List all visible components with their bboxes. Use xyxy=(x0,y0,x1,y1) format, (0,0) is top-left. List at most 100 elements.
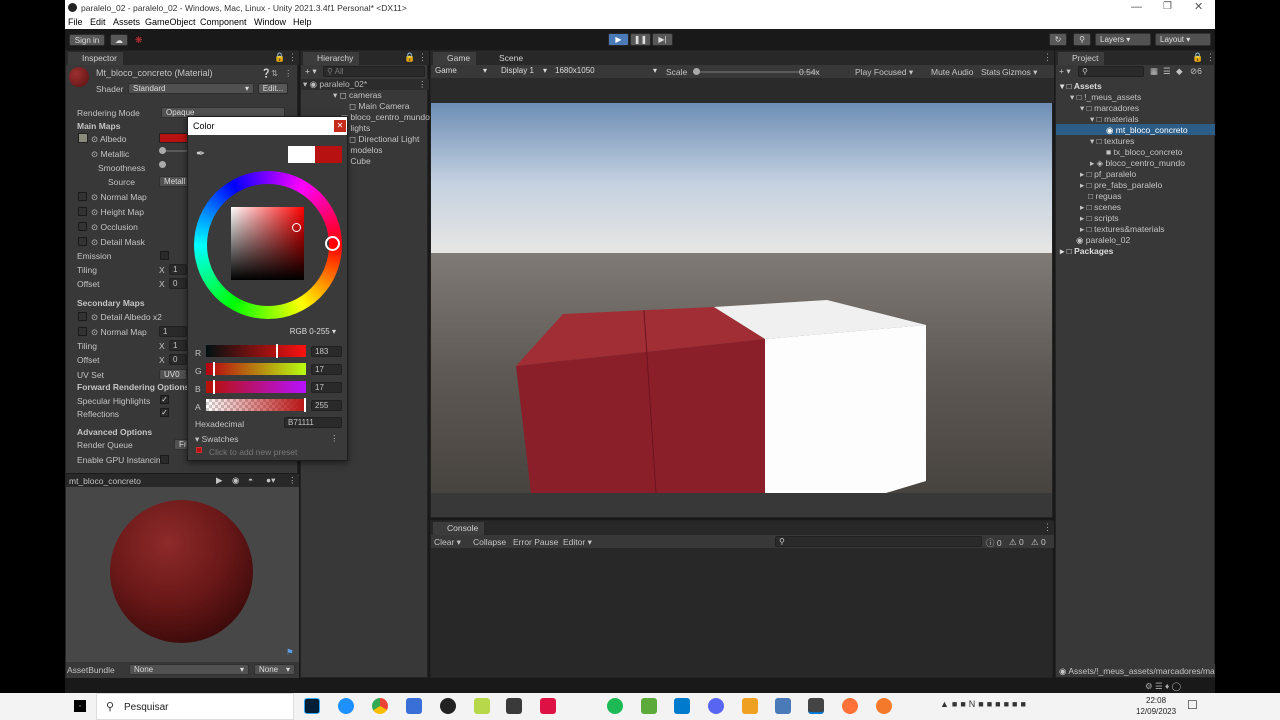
occlusion-slot[interactable] xyxy=(78,222,87,231)
project-tree-paralelo-02[interactable]: ◉ paralelo_02 xyxy=(1076,235,1130,246)
inspector-more-icon[interactable]: ⋮ xyxy=(284,68,293,79)
status-icons[interactable]: ⚙ ☰ ♦ ◯ xyxy=(1145,681,1181,692)
albedo-texture-slot[interactable] xyxy=(78,133,88,143)
g-value-field[interactable]: 17 xyxy=(311,364,342,375)
b-slider[interactable] xyxy=(206,381,306,393)
project-tree-scripts[interactable]: ▸ □ scripts xyxy=(1080,213,1119,224)
reflections-checkbox[interactable]: ✓ xyxy=(160,408,169,417)
project-tree-bloco-centro[interactable]: ▸ ◈ bloco_centro_mundo xyxy=(1090,158,1185,169)
chrome-icon[interactable] xyxy=(372,698,388,714)
console-info-count[interactable]: ⓘ 0 xyxy=(986,537,1002,549)
menu-help[interactable]: Help xyxy=(293,17,312,27)
tab-inspector[interactable]: Inspector xyxy=(68,52,123,65)
kebab-icon[interactable]: ⋮ xyxy=(288,52,297,63)
gpu-instancing-checkbox[interactable] xyxy=(160,455,169,464)
a-slider[interactable] xyxy=(206,399,306,411)
normal-map2-slot[interactable] xyxy=(78,327,87,336)
tab-project[interactable]: Project xyxy=(1058,52,1105,65)
taskbar-search-box[interactable]: ⚲ Pesquisar xyxy=(96,693,294,720)
emission-checkbox[interactable] xyxy=(160,251,169,260)
app-icon-1[interactable] xyxy=(406,698,422,714)
help-icon[interactable]: ❔ xyxy=(261,68,272,79)
history-icon[interactable]: ↻ xyxy=(1049,33,1067,46)
menu-component[interactable]: Component xyxy=(200,17,247,27)
game-kebab-icon[interactable]: ⋮ xyxy=(1043,52,1052,63)
offset-x-field[interactable]: 0 xyxy=(169,278,187,289)
vscode-icon[interactable] xyxy=(674,698,690,714)
project-tree-meus-assets[interactable]: ▾ □ !_meus_assets xyxy=(1070,92,1141,103)
project-tree-textures[interactable]: ▾ □ textures xyxy=(1090,136,1134,147)
console-editor-dropdown[interactable]: Editor ▾ xyxy=(563,537,592,548)
color-mode-dropdown[interactable]: RGB 0-255 ▾ xyxy=(284,327,340,338)
project-tree-tx-bloco[interactable]: ■ tx_bloco_concreto xyxy=(1106,147,1183,157)
tab-scene[interactable]: Scene xyxy=(485,52,530,65)
project-tree-textures-materials[interactable]: ▸ □ textures&materials xyxy=(1080,224,1165,235)
console-search-input[interactable]: ⚲ xyxy=(775,536,982,547)
b-slider-knob[interactable] xyxy=(213,380,215,394)
play-focused-dropdown[interactable]: Play Focused ▾ xyxy=(855,67,913,78)
unity-editor-icon[interactable] xyxy=(808,698,824,714)
pause-button[interactable]: ❚❚ xyxy=(630,33,651,46)
project-tree-scenes[interactable]: ▸ □ scenes xyxy=(1080,202,1121,213)
app-icon-3[interactable] xyxy=(506,698,522,714)
resolution-dropdown[interactable]: 1680x1050 ▾ xyxy=(551,66,661,77)
scale-slider-knob[interactable] xyxy=(693,68,700,75)
display-dropdown[interactable]: Display 1 ▾ xyxy=(497,66,551,77)
metallic-slider-knob[interactable] xyxy=(159,147,166,154)
project-label-icon[interactable]: ◆ xyxy=(1176,66,1183,77)
step-button[interactable]: ▶| xyxy=(652,33,673,46)
edge-icon[interactable] xyxy=(338,698,354,714)
hierarchy-add-icon[interactable]: + ▾ xyxy=(305,66,317,77)
mute-audio-button[interactable]: Mute Audio xyxy=(931,67,974,77)
a-slider-knob[interactable] xyxy=(304,398,306,412)
hierarchy-scene-label[interactable]: ▾ ◉ paralelo_02* xyxy=(303,79,367,90)
detail-albedo-slot[interactable] xyxy=(78,312,87,321)
menu-window[interactable]: Window xyxy=(254,17,286,27)
project-tree-pf-paralelo[interactable]: ▸ □ pf_paralelo xyxy=(1080,169,1136,180)
firefox-icon[interactable] xyxy=(842,698,858,714)
tab-console[interactable]: Console xyxy=(433,522,485,535)
gizmos-dropdown[interactable]: Gizmos ▾ xyxy=(1002,67,1037,78)
photoshop-icon[interactable] xyxy=(304,698,320,714)
tiling2-x-field[interactable]: 1 xyxy=(169,340,187,351)
project-add-icon[interactable]: + ▾ xyxy=(1059,66,1071,77)
a-value-field[interactable]: 255 xyxy=(311,400,342,411)
preview-more-icon[interactable]: ⋮ xyxy=(288,475,297,486)
blender-icon[interactable] xyxy=(876,698,892,714)
g-slider-knob[interactable] xyxy=(213,362,215,376)
uv-set-dropdown[interactable]: UV0 xyxy=(159,369,187,380)
notification-icon[interactable]: ☐ xyxy=(1187,698,1198,712)
project-type-icon[interactable]: ☰ xyxy=(1163,66,1171,77)
project-lock-icon[interactable]: 🔒 xyxy=(1192,52,1203,63)
windows-start-icon[interactable] xyxy=(74,700,86,712)
shader-dropdown[interactable]: Standard ▾ xyxy=(128,83,254,94)
project-visibility-icon[interactable]: ⊘6 xyxy=(1190,66,1202,77)
tray-icons[interactable]: ▲■■N■■■■■■ xyxy=(940,699,1029,709)
hierarchy-scene-more-icon[interactable]: ⋮ xyxy=(418,79,427,90)
stats-button[interactable]: Stats xyxy=(981,67,1000,77)
search-icon[interactable]: ⚲ xyxy=(1073,33,1091,46)
project-tree-pre-fabs[interactable]: ▸ □ pre_fabs_paralelo xyxy=(1080,180,1162,191)
play-button[interactable]: ▶ xyxy=(608,33,629,46)
preview-mesh-icon[interactable]: ●▾ xyxy=(266,475,275,486)
height-map-slot[interactable] xyxy=(78,207,87,216)
project-tree-packages[interactable]: ▸ □ Packages xyxy=(1060,246,1113,257)
g-slider[interactable] xyxy=(206,363,306,375)
preset-icon[interactable]: ⇅ xyxy=(271,68,278,79)
app-icon-2[interactable] xyxy=(474,698,490,714)
layers-dropdown[interactable]: Layers ▾ xyxy=(1095,33,1151,46)
app-icon-5[interactable] xyxy=(641,698,657,714)
shader-edit-button[interactable]: Edit... xyxy=(258,83,288,94)
project-kebab-icon[interactable]: ⋮ xyxy=(1206,52,1215,63)
spotify-icon[interactable] xyxy=(607,698,623,714)
b-value-field[interactable]: 17 xyxy=(311,382,342,393)
collab-icon[interactable]: ❋ xyxy=(135,35,145,45)
sv-cursor[interactable] xyxy=(292,223,301,232)
r-value-field[interactable]: 183 xyxy=(311,346,342,357)
smoothness-slider-knob[interactable] xyxy=(159,161,166,168)
lock-icon[interactable]: 🔒 xyxy=(274,52,285,63)
console-collapse-button[interactable]: Collapse xyxy=(473,537,506,547)
hue-cursor[interactable] xyxy=(325,236,340,251)
hierarchy-lock-icon[interactable]: 🔒 xyxy=(404,52,415,63)
project-tree-mt-bloco[interactable]: ◉ mt_bloco_concreto xyxy=(1106,125,1188,136)
